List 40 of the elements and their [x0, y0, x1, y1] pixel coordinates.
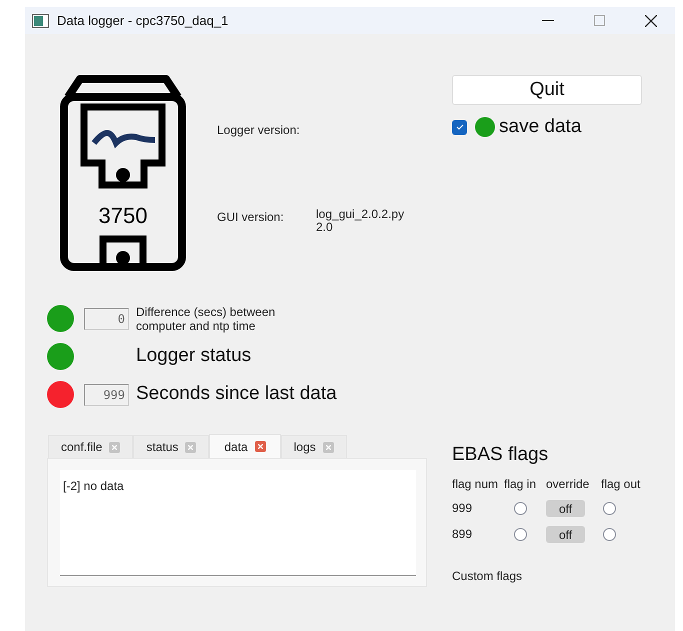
gui-version-value: log_gui_2.0.2.py: [316, 208, 404, 221]
override-button[interactable]: off: [546, 526, 585, 542]
radio-button[interactable]: [603, 528, 616, 540]
gui-version-label: GUI version:: [217, 209, 285, 226]
flag-number: 899: [452, 526, 474, 543]
custom-flags-label: Custom flags: [452, 568, 524, 585]
tab[interactable]: logs: [280, 435, 347, 458]
gui-version-value: 2.0: [316, 221, 333, 234]
lcd-display: 999: [84, 384, 129, 406]
radio-button[interactable]: [514, 502, 527, 514]
radio-button[interactable]: [514, 528, 527, 540]
minimize-icon[interactable]: [542, 20, 554, 22]
flag-number: 999: [452, 500, 474, 517]
app-icon: [32, 14, 49, 28]
tab[interactable]: status: [133, 435, 210, 458]
indicator-label: Logger status: [136, 344, 252, 368]
tab[interactable]: conf.file: [48, 435, 134, 458]
device-model-label: 3750: [98, 203, 148, 228]
device-icon: [60, 75, 186, 271]
close-icon[interactable]: [645, 14, 657, 26]
tab[interactable]: data: [209, 434, 281, 458]
save-data-label: save data: [499, 115, 582, 139]
column-header: flag in: [504, 476, 538, 493]
output-text: [-2] no data: [63, 479, 124, 493]
maximize-icon[interactable]: [594, 15, 605, 26]
logger-version-label: Logger version:: [217, 122, 301, 139]
window-title: Data logger - cpc3750_daq_1: [57, 12, 228, 30]
column-header: override: [546, 476, 590, 493]
check-icon: [456, 124, 464, 130]
indicator-label: Difference (secs) between computer and ntp time: [136, 304, 276, 332]
indicator-label: Seconds since last data: [136, 382, 337, 406]
lcd-display: 0: [84, 308, 129, 330]
radio-button[interactable]: [603, 502, 616, 514]
ebas-flags-title: EBAS flags: [452, 442, 550, 466]
column-header: flag out: [601, 476, 642, 493]
override-button[interactable]: off: [546, 500, 585, 516]
quit-button[interactable]: Quit: [452, 75, 642, 105]
checkbox[interactable]: [452, 120, 467, 135]
column-header: flag num: [452, 476, 500, 493]
output-text-area[interactable]: [-2] no data: [60, 470, 416, 576]
